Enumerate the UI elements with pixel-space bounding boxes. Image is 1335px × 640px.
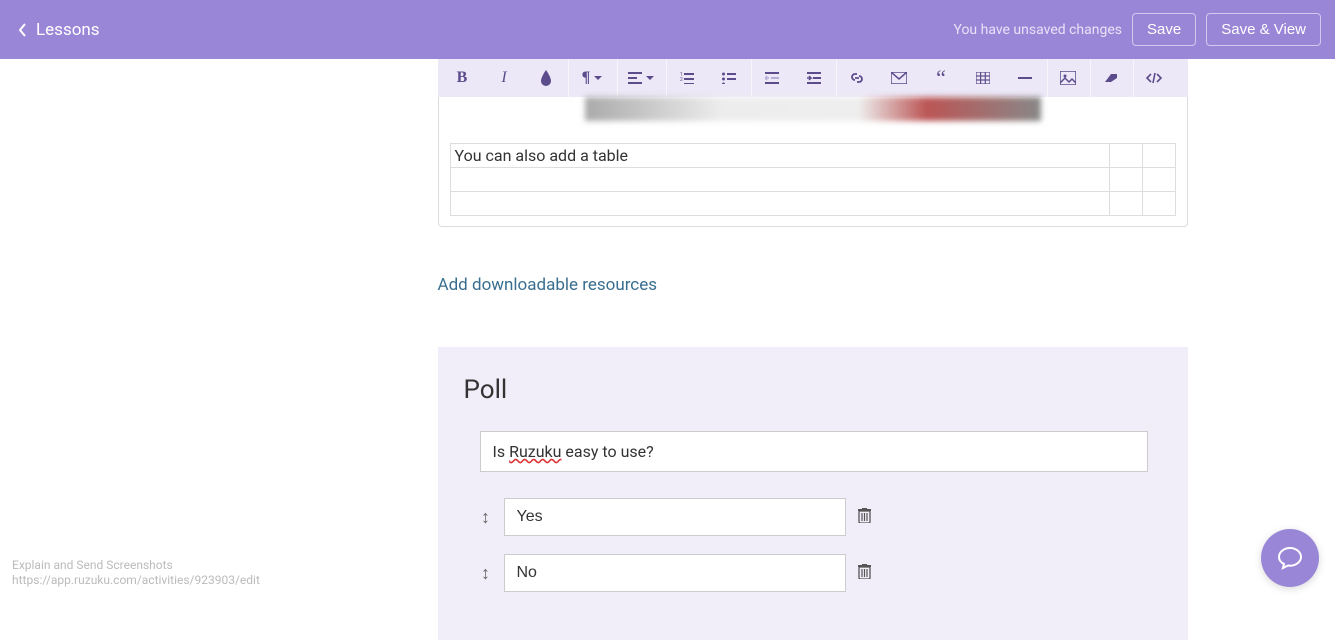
- link-button[interactable]: [837, 59, 879, 97]
- table-cell[interactable]: [1110, 192, 1143, 216]
- editor-image[interactable]: [585, 97, 1041, 121]
- table-cell[interactable]: [1142, 168, 1175, 192]
- watermark-line1: Explain and Send Screenshots: [12, 558, 260, 574]
- table-cell[interactable]: You can also add a table: [450, 144, 1110, 168]
- table-cell[interactable]: [1142, 192, 1175, 216]
- table-cell[interactable]: [450, 168, 1110, 192]
- editor-toolbar: B I ¶ 12: [438, 59, 1188, 97]
- poll-option-input[interactable]: [504, 554, 846, 592]
- poll-question-text-underlined: Ruzuku: [509, 442, 561, 461]
- editor-body[interactable]: You can also add a table: [438, 97, 1188, 227]
- drag-handle-icon[interactable]: ↕: [478, 563, 494, 584]
- poll-question-text-suffix: easy to use?: [561, 442, 653, 461]
- chevron-left-icon: [14, 21, 32, 39]
- quote-button[interactable]: “: [921, 59, 963, 97]
- horizontal-rule-button[interactable]: [1005, 59, 1047, 97]
- poll-title: Poll: [464, 375, 1168, 405]
- poll-option-input[interactable]: [504, 498, 846, 536]
- table-button[interactable]: [963, 59, 1005, 97]
- table-row[interactable]: You can also add a table: [450, 144, 1175, 168]
- poll-card: Poll Is Ruzuku easy to use? ↕ ↕: [438, 347, 1188, 640]
- save-and-view-button[interactable]: Save & View: [1206, 13, 1321, 46]
- table-row[interactable]: [450, 168, 1175, 192]
- unsaved-changes-text: You have unsaved changes: [953, 22, 1122, 38]
- table-cell[interactable]: [1110, 144, 1143, 168]
- poll-option-row: ↕: [478, 498, 1168, 536]
- delete-option-button[interactable]: [858, 508, 871, 527]
- poll-question-text-prefix: Is: [493, 442, 510, 461]
- editor-table[interactable]: You can also add a table: [450, 143, 1176, 216]
- save-button[interactable]: Save: [1132, 13, 1196, 46]
- table-cell[interactable]: [1110, 168, 1143, 192]
- poll-option-row: ↕: [478, 554, 1168, 592]
- unordered-list-button[interactable]: [709, 59, 751, 97]
- image-button[interactable]: [1048, 59, 1090, 97]
- drag-handle-icon[interactable]: ↕: [478, 507, 494, 528]
- watermark-line2: https://app.ruzuku.com/activities/923903…: [12, 573, 260, 589]
- table-cell[interactable]: [450, 192, 1110, 216]
- clear-format-button[interactable]: [1091, 59, 1133, 97]
- delete-option-button[interactable]: [858, 564, 871, 583]
- chat-icon: [1277, 545, 1303, 571]
- footer-watermark: Explain and Send Screenshots https://app…: [12, 558, 260, 589]
- color-button[interactable]: [526, 59, 568, 97]
- bold-button[interactable]: B: [442, 59, 484, 97]
- chat-fab-button[interactable]: [1261, 529, 1319, 587]
- ordered-list-button[interactable]: 12: [667, 59, 709, 97]
- add-downloadable-resources-link[interactable]: Add downloadable resources: [438, 275, 1188, 295]
- align-button[interactable]: [618, 59, 666, 97]
- back-to-lessons[interactable]: Lessons: [14, 20, 100, 40]
- svg-text:2: 2: [680, 77, 683, 83]
- caret-down-icon: [594, 76, 602, 80]
- table-row[interactable]: [450, 192, 1175, 216]
- table-cell[interactable]: [1142, 144, 1175, 168]
- code-view-button[interactable]: [1134, 59, 1176, 97]
- poll-question-input[interactable]: Is Ruzuku easy to use?: [480, 431, 1148, 472]
- topbar: Lessons You have unsaved changes Save Sa…: [0, 0, 1335, 59]
- paragraph-format-button[interactable]: ¶: [569, 59, 617, 97]
- topbar-actions: You have unsaved changes Save Save & Vie…: [953, 13, 1321, 46]
- italic-button[interactable]: I: [484, 59, 526, 97]
- back-label: Lessons: [36, 20, 100, 40]
- email-button[interactable]: [879, 59, 921, 97]
- outdent-button[interactable]: [752, 59, 794, 97]
- indent-button[interactable]: [794, 59, 836, 97]
- caret-down-icon: [646, 76, 654, 80]
